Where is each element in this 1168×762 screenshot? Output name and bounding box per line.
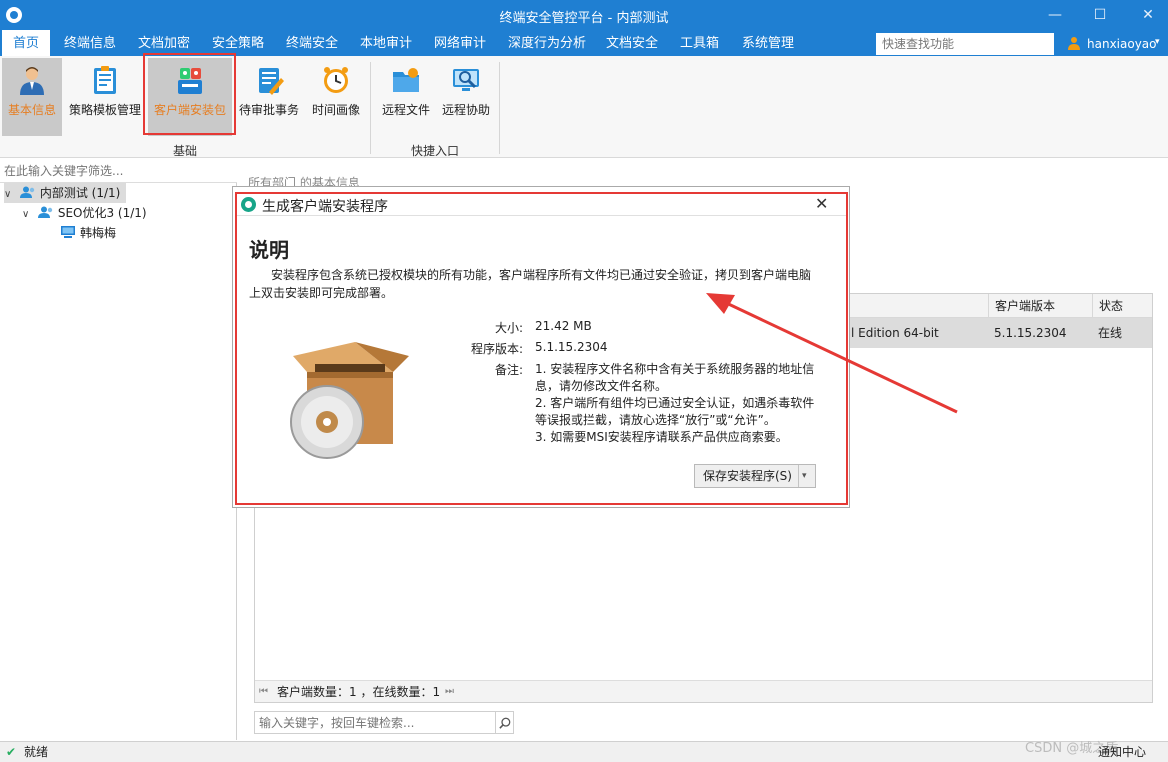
username[interactable]: hanxiaoyao (1087, 37, 1157, 51)
group-icon (19, 186, 35, 198)
policy-template-icon (94, 66, 116, 94)
highlight-box (143, 53, 236, 135)
ribbon-remote-assist-button[interactable]: 远程协助 (438, 58, 494, 136)
ribbon-group-divider (370, 62, 371, 154)
ribbon-group-basic: 基础 (172, 144, 197, 158)
check-icon: ✔ (6, 745, 17, 759)
menu-system-admin[interactable]: 系统管理 (742, 30, 794, 56)
menu-local-audit[interactable]: 本地审计 (360, 30, 412, 56)
note-item: 3. 如需要MSI安装程序请联系产品供应商索要。 (535, 430, 788, 444)
dropdown-chevron-icon[interactable]: ▾ (802, 465, 807, 487)
menu-home[interactable]: 首页 (2, 30, 50, 56)
alarm-clock-icon (324, 67, 348, 93)
table-footer: ⏮ 客户端数量：1 ，在线数量：1 ⏭ (255, 680, 1152, 702)
chevron-down-icon[interactable]: ∨ (4, 185, 16, 205)
ribbon-group-shortcuts: 快捷入口 (410, 144, 459, 158)
cell-os: l Edition 64-bit (851, 326, 939, 340)
ribbon-remote-file-button[interactable]: 远程文件 (376, 58, 436, 136)
tree-node-internal-test[interactable]: ∨ 内部测试 (1/1) (4, 183, 126, 203)
ribbon-policy-template-button[interactable]: 策略模板管理 (66, 58, 144, 136)
user-icon (1068, 37, 1080, 50)
computer-icon (61, 226, 75, 238)
menu-toolbox[interactable]: 工具箱 (680, 30, 719, 56)
title-bar: 终端安全管控平台 - 内部测试 — ☐ ✕ (0, 0, 1168, 30)
user-menu-chevron-icon[interactable]: ▾ (1155, 37, 1160, 47)
search-button[interactable] (496, 711, 514, 734)
ribbon-approval-button[interactable]: 待审批事务 (236, 58, 302, 136)
first-page-icon[interactable]: ⏮ (259, 681, 268, 703)
remote-file-icon (393, 68, 419, 92)
note-item: 2. 客户端所有组件均已通过安全认证，如遇杀毒软件等误报或拦截，请放心选择“放行… (535, 396, 815, 427)
menu-doc-security[interactable]: 文档安全 (606, 30, 658, 56)
close-window-button[interactable]: ✕ (1133, 4, 1163, 26)
status-text: 就绪 (24, 745, 49, 759)
column-header-client-version[interactable]: 客户端版本 (988, 294, 1092, 318)
dialog-heading: 说明 (249, 238, 289, 262)
dialog-title: 生成客户端安装程序 (262, 199, 388, 215)
last-page-icon[interactable]: ⏭ (445, 681, 454, 703)
package-cd-icon (290, 342, 409, 459)
group-icon (37, 206, 53, 218)
version-value: 5.1.15.2304 (535, 340, 608, 354)
version-label: 程序版本: (470, 342, 523, 356)
minimize-button[interactable]: — (1040, 4, 1070, 26)
ribbon-group-divider (499, 62, 500, 154)
client-installer-dialog: 生成客户端安装程序 ✕ 说明 安装程序包含系统已授权模块的所有功能，客户端程序所… (235, 192, 848, 505)
search-icon (499, 717, 511, 729)
note-item: 1. 安装程序文件名称中含有关于系统服务器的地址信息，请勿修改文件名称。 (535, 362, 815, 393)
dialog-title-bar: 生成客户端安装程序 ✕ (237, 194, 846, 216)
app-logo-icon (241, 197, 256, 212)
notes-list: 1. 安装程序文件名称中含有关于系统服务器的地址信息，请勿修改文件名称。 2. … (535, 361, 817, 446)
maximize-button[interactable]: ☐ (1085, 4, 1115, 26)
client-count-text: 客户端数量：1 ，在线数量：1 (277, 685, 441, 699)
department-tree-panel: ∨ 内部测试 (1/1) ∨ SEO优化3 (1/1) 韩梅梅 (0, 159, 237, 740)
window-title: 终端安全管控平台 - 内部测试 (499, 11, 669, 26)
dialog-description: 安装程序包含系统已授权模块的所有功能，客户端程序所有文件均已通过安全验证，拷贝到… (249, 268, 812, 300)
menu-behavior-analysis[interactable]: 深度行为分析 (508, 30, 586, 56)
notification-center-button[interactable]: 通知中心 (1098, 743, 1146, 760)
cell-client-version: 5.1.15.2304 (994, 326, 1067, 340)
user-info-icon (20, 67, 44, 95)
remote-assist-icon (453, 69, 479, 91)
tree-node-computer[interactable]: 韩梅梅 (60, 223, 116, 243)
cell-status: 在线 (1098, 326, 1123, 340)
keyword-search-input[interactable] (254, 711, 496, 734)
menu-terminal-security[interactable]: 终端安全 (286, 30, 338, 56)
quick-search-input[interactable] (876, 33, 1054, 55)
size-label: 大小: (494, 321, 523, 335)
status-bar: ✔ 就绪 (0, 741, 1168, 762)
chevron-down-icon[interactable]: ∨ (22, 205, 34, 225)
approval-icon (259, 68, 284, 95)
tree-node-seo[interactable]: ∨ SEO优化3 (1/1) (22, 203, 147, 223)
ribbon-basic-info-button[interactable]: 基本信息 (2, 58, 62, 136)
notes-label: 备注: (494, 363, 523, 377)
ribbon-time-profile-button[interactable]: 时间画像 (306, 58, 366, 136)
column-header-status[interactable]: 状态 (1092, 294, 1152, 318)
save-installer-button[interactable]: 保存安装程序(S) ▾ (694, 464, 816, 488)
menu-network-audit[interactable]: 网络审计 (434, 30, 486, 56)
tree-filter-input[interactable] (0, 159, 237, 183)
menu-terminal-info[interactable]: 终端信息 (64, 30, 116, 56)
dialog-close-button[interactable]: ✕ (815, 194, 828, 213)
size-value: 21.42 MB (535, 319, 592, 333)
